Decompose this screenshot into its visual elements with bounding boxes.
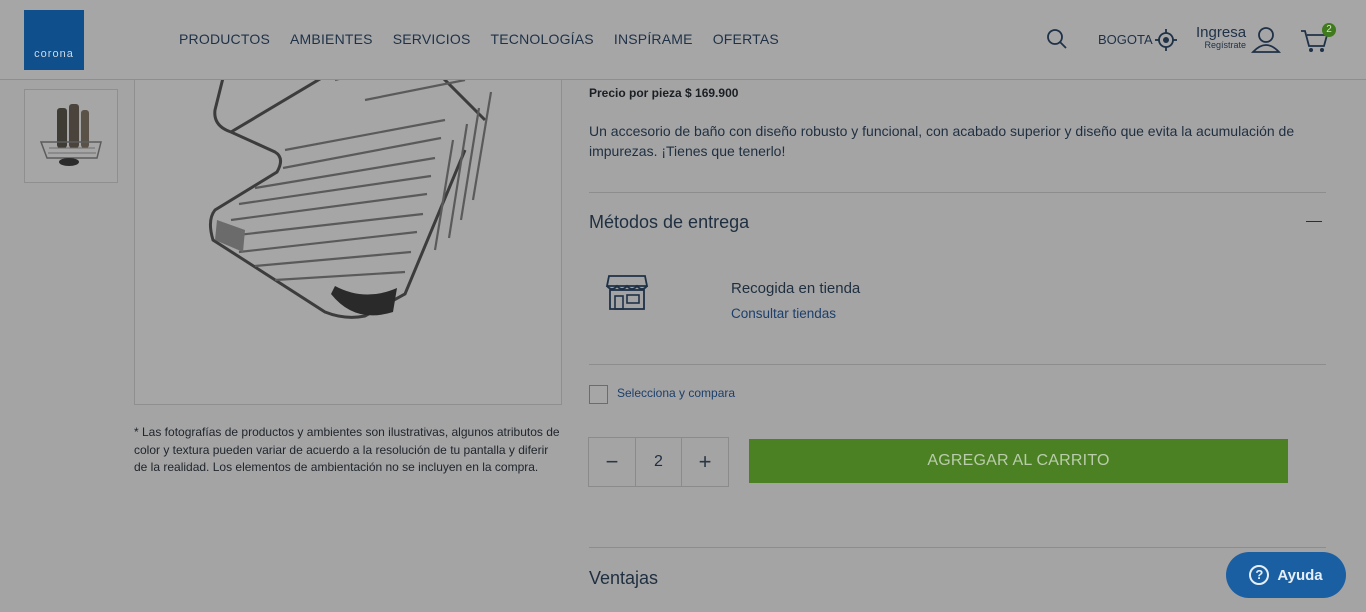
- user-icon[interactable]: [1250, 26, 1282, 59]
- store-icon: [605, 272, 649, 317]
- collapse-minus-icon[interactable]: [1306, 221, 1322, 222]
- add-to-cart-button[interactable]: AGREGAR AL CARRITO: [749, 439, 1288, 483]
- store-pickup-label: Recogida en tienda: [731, 280, 861, 297]
- divider: [589, 547, 1326, 548]
- quantity-stepper: − 2 +: [588, 437, 729, 487]
- cart-count-badge: 2: [1322, 23, 1336, 37]
- image-disclaimer: * Las fotografías de productos y ambient…: [134, 425, 560, 474]
- main-nav: PRODUCTOS AMBIENTES SERVICIOS TECNOLOGÍA…: [179, 31, 779, 47]
- help-question-icon: ?: [1249, 565, 1270, 585]
- unit-price: Precio por pieza $ 169.900: [589, 86, 739, 100]
- search-icon[interactable]: [1046, 28, 1068, 55]
- nav-tecnologias[interactable]: TECNOLOGÍAS: [491, 31, 594, 47]
- decrease-quantity-button[interactable]: −: [589, 438, 635, 486]
- logo-text: corona: [34, 48, 74, 60]
- advantages-title[interactable]: Ventajas: [589, 568, 658, 589]
- corona-logo[interactable]: corona: [24, 10, 84, 70]
- compare-checkbox[interactable]: [589, 385, 608, 404]
- consult-stores-link[interactable]: Consultar tiendas: [731, 306, 836, 321]
- product-description: Un accesorio de baño con diseño robusto …: [589, 123, 1295, 159]
- login-label: Ingresa: [1196, 24, 1247, 41]
- divider: [589, 364, 1326, 365]
- nav-ofertas[interactable]: OFERTAS: [713, 31, 779, 47]
- divider: [589, 192, 1326, 193]
- register-label: Regístrate: [1204, 40, 1247, 50]
- city-selector[interactable]: BOGOTA: [1098, 32, 1153, 47]
- compare-label[interactable]: Selecciona y compara: [617, 386, 735, 400]
- product-thumbnail[interactable]: [24, 89, 118, 183]
- nav-servicios[interactable]: SERVICIOS: [393, 31, 471, 47]
- nav-inspirame[interactable]: INSPÍRAME: [614, 31, 693, 47]
- quantity-value[interactable]: 2: [635, 438, 682, 486]
- site-header: corona PRODUCTOS AMBIENTES SERVICIOS TEC…: [0, 0, 1366, 80]
- product-main-image[interactable]: [134, 80, 562, 405]
- delivery-methods-title[interactable]: Métodos de entrega: [589, 212, 749, 233]
- login-link[interactable]: Ingresa Regístrate: [1196, 24, 1246, 50]
- help-button[interactable]: ? Ayuda: [1226, 552, 1346, 598]
- location-target-icon[interactable]: [1155, 29, 1177, 56]
- increase-quantity-button[interactable]: +: [682, 438, 728, 486]
- nav-ambientes[interactable]: AMBIENTES: [290, 31, 373, 47]
- nav-productos[interactable]: PRODUCTOS: [179, 31, 270, 47]
- help-label: Ayuda: [1277, 566, 1323, 584]
